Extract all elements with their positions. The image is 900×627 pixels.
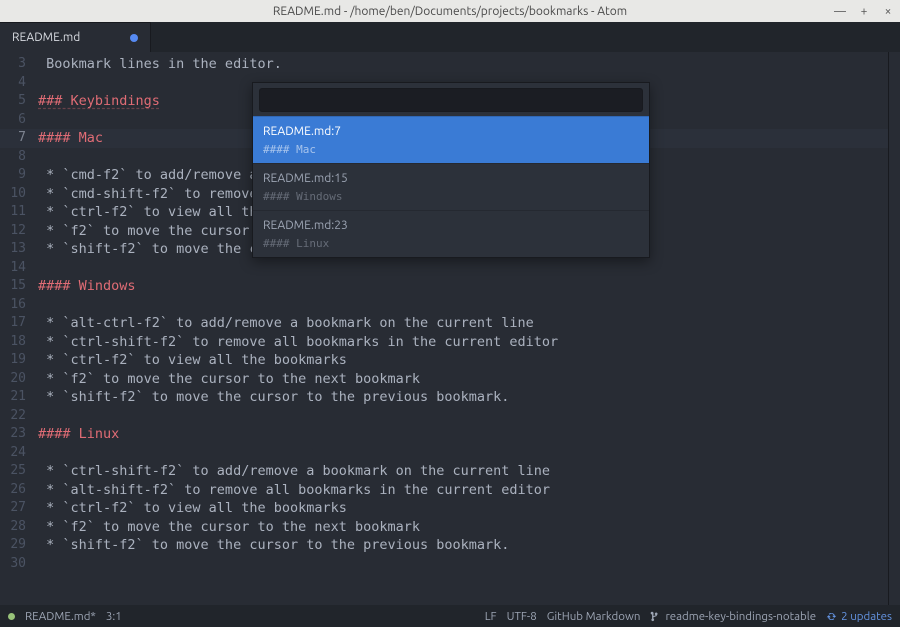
palette-item-secondary: #### Mac [263, 143, 639, 156]
line-number: 19 [0, 351, 34, 370]
status-updates-label: 2 updates [841, 610, 892, 623]
code-line: * `alt-shift-f2` to remove all bookmarks… [38, 481, 888, 500]
line-number: 22 [0, 407, 34, 426]
window-titlebar: README.md - /home/ben/Documents/projects… [0, 0, 900, 22]
window-controls: — + × [834, 0, 894, 22]
line-number: 4 [0, 74, 34, 93]
status-ok-icon [8, 613, 15, 620]
palette-item-secondary: #### Windows [263, 190, 639, 203]
line-number: 30 [0, 555, 34, 574]
line-number: 13 [0, 240, 34, 259]
status-branch[interactable]: readme-key-bindings-notable [650, 610, 816, 623]
line-number: 21 [0, 388, 34, 407]
code-line: #### Linux [38, 425, 888, 444]
code-line: Bookmark lines in the editor. [38, 55, 888, 74]
code-line: * `shift-f2` to move the cursor to the p… [38, 536, 888, 555]
code-line: * `alt-ctrl-f2` to add/remove a bookmark… [38, 314, 888, 333]
palette-item[interactable]: README.md:7 #### Mac [253, 116, 649, 163]
line-number: 18 [0, 333, 34, 352]
line-number: 9 [0, 166, 34, 185]
line-number: 25 [0, 462, 34, 481]
line-number: 11 [0, 203, 34, 222]
line-number: 3 [0, 55, 34, 74]
status-cursor-position[interactable]: 3:1 [106, 610, 122, 623]
palette-list: README.md:7 #### Mac README.md:15 #### Wind… [253, 116, 649, 257]
line-number: 16 [0, 296, 34, 315]
line-number-gutter[interactable]: 3456789101112131415161718192021222324252… [0, 52, 34, 605]
code-line: * `ctrl-f2` to view all the bookmarks [38, 351, 888, 370]
status-bar: README.md* 3:1 LF UTF-8 GitHub Markdown … [0, 605, 900, 627]
line-number: 17 [0, 314, 34, 333]
code-line: * `f2` to move the cursor to the next bo… [38, 518, 888, 537]
window-title: README.md - /home/ben/Documents/projects… [273, 5, 627, 18]
sync-icon [826, 611, 837, 622]
line-number: 8 [0, 148, 34, 167]
status-encoding[interactable]: UTF-8 [507, 610, 537, 623]
git-branch-icon [650, 611, 661, 622]
tab-readme[interactable]: README.md [0, 22, 151, 52]
line-number: 28 [0, 518, 34, 537]
line-number: 14 [0, 259, 34, 278]
tab-title: README.md [12, 31, 80, 44]
code-line: #### Windows [38, 277, 888, 296]
status-updates[interactable]: 2 updates [826, 610, 892, 623]
code-line: * `ctrl-f2` to view all the bookmarks [38, 499, 888, 518]
code-line: * `ctrl-shift-f2` to remove all bookmark… [38, 333, 888, 352]
line-number: 6 [0, 111, 34, 130]
code-line [38, 407, 888, 426]
palette-item[interactable]: README.md:23 #### Linux [253, 210, 649, 257]
modified-dot-icon [130, 34, 138, 42]
palette-item-primary: README.md:15 [263, 172, 639, 185]
bookmarks-palette: README.md:7 #### Mac README.md:15 #### Wind… [252, 82, 650, 258]
code-line [38, 259, 888, 278]
code-line [38, 444, 888, 463]
minimize-button[interactable]: — [834, 5, 846, 18]
code-line [38, 555, 888, 574]
palette-item-primary: README.md:23 [263, 219, 639, 232]
palette-search-input[interactable] [259, 88, 643, 112]
status-eol[interactable]: LF [485, 610, 497, 623]
line-number: 5 [0, 92, 34, 111]
editor-area: 3456789101112131415161718192021222324252… [0, 52, 900, 605]
line-number: 15 [0, 277, 34, 296]
status-branch-label: readme-key-bindings-notable [665, 610, 816, 623]
status-file[interactable]: README.md* [25, 610, 96, 623]
line-number: 26 [0, 481, 34, 500]
line-number: 27 [0, 499, 34, 518]
line-number: 29 [0, 536, 34, 555]
code-line [38, 296, 888, 315]
tab-bar: README.md [0, 22, 900, 52]
status-grammar[interactable]: GitHub Markdown [547, 610, 641, 623]
scrollbar[interactable] [888, 52, 900, 605]
close-button[interactable]: × [882, 5, 894, 18]
maximize-button[interactable]: + [858, 5, 870, 18]
code-line: * `ctrl-shift-f2` to add/remove a bookma… [38, 462, 888, 481]
code-line: * `f2` to move the cursor to the next bo… [38, 370, 888, 389]
line-number: 10 [0, 185, 34, 204]
line-number: 12 [0, 222, 34, 241]
line-number: 24 [0, 444, 34, 463]
palette-item[interactable]: README.md:15 #### Windows [253, 163, 649, 210]
line-number: 20 [0, 370, 34, 389]
palette-item-secondary: #### Linux [263, 237, 639, 250]
line-number: 7 [0, 129, 34, 148]
line-number: 23 [0, 425, 34, 444]
code-line: * `shift-f2` to move the cursor to the p… [38, 388, 888, 407]
palette-item-primary: README.md:7 [263, 125, 639, 138]
